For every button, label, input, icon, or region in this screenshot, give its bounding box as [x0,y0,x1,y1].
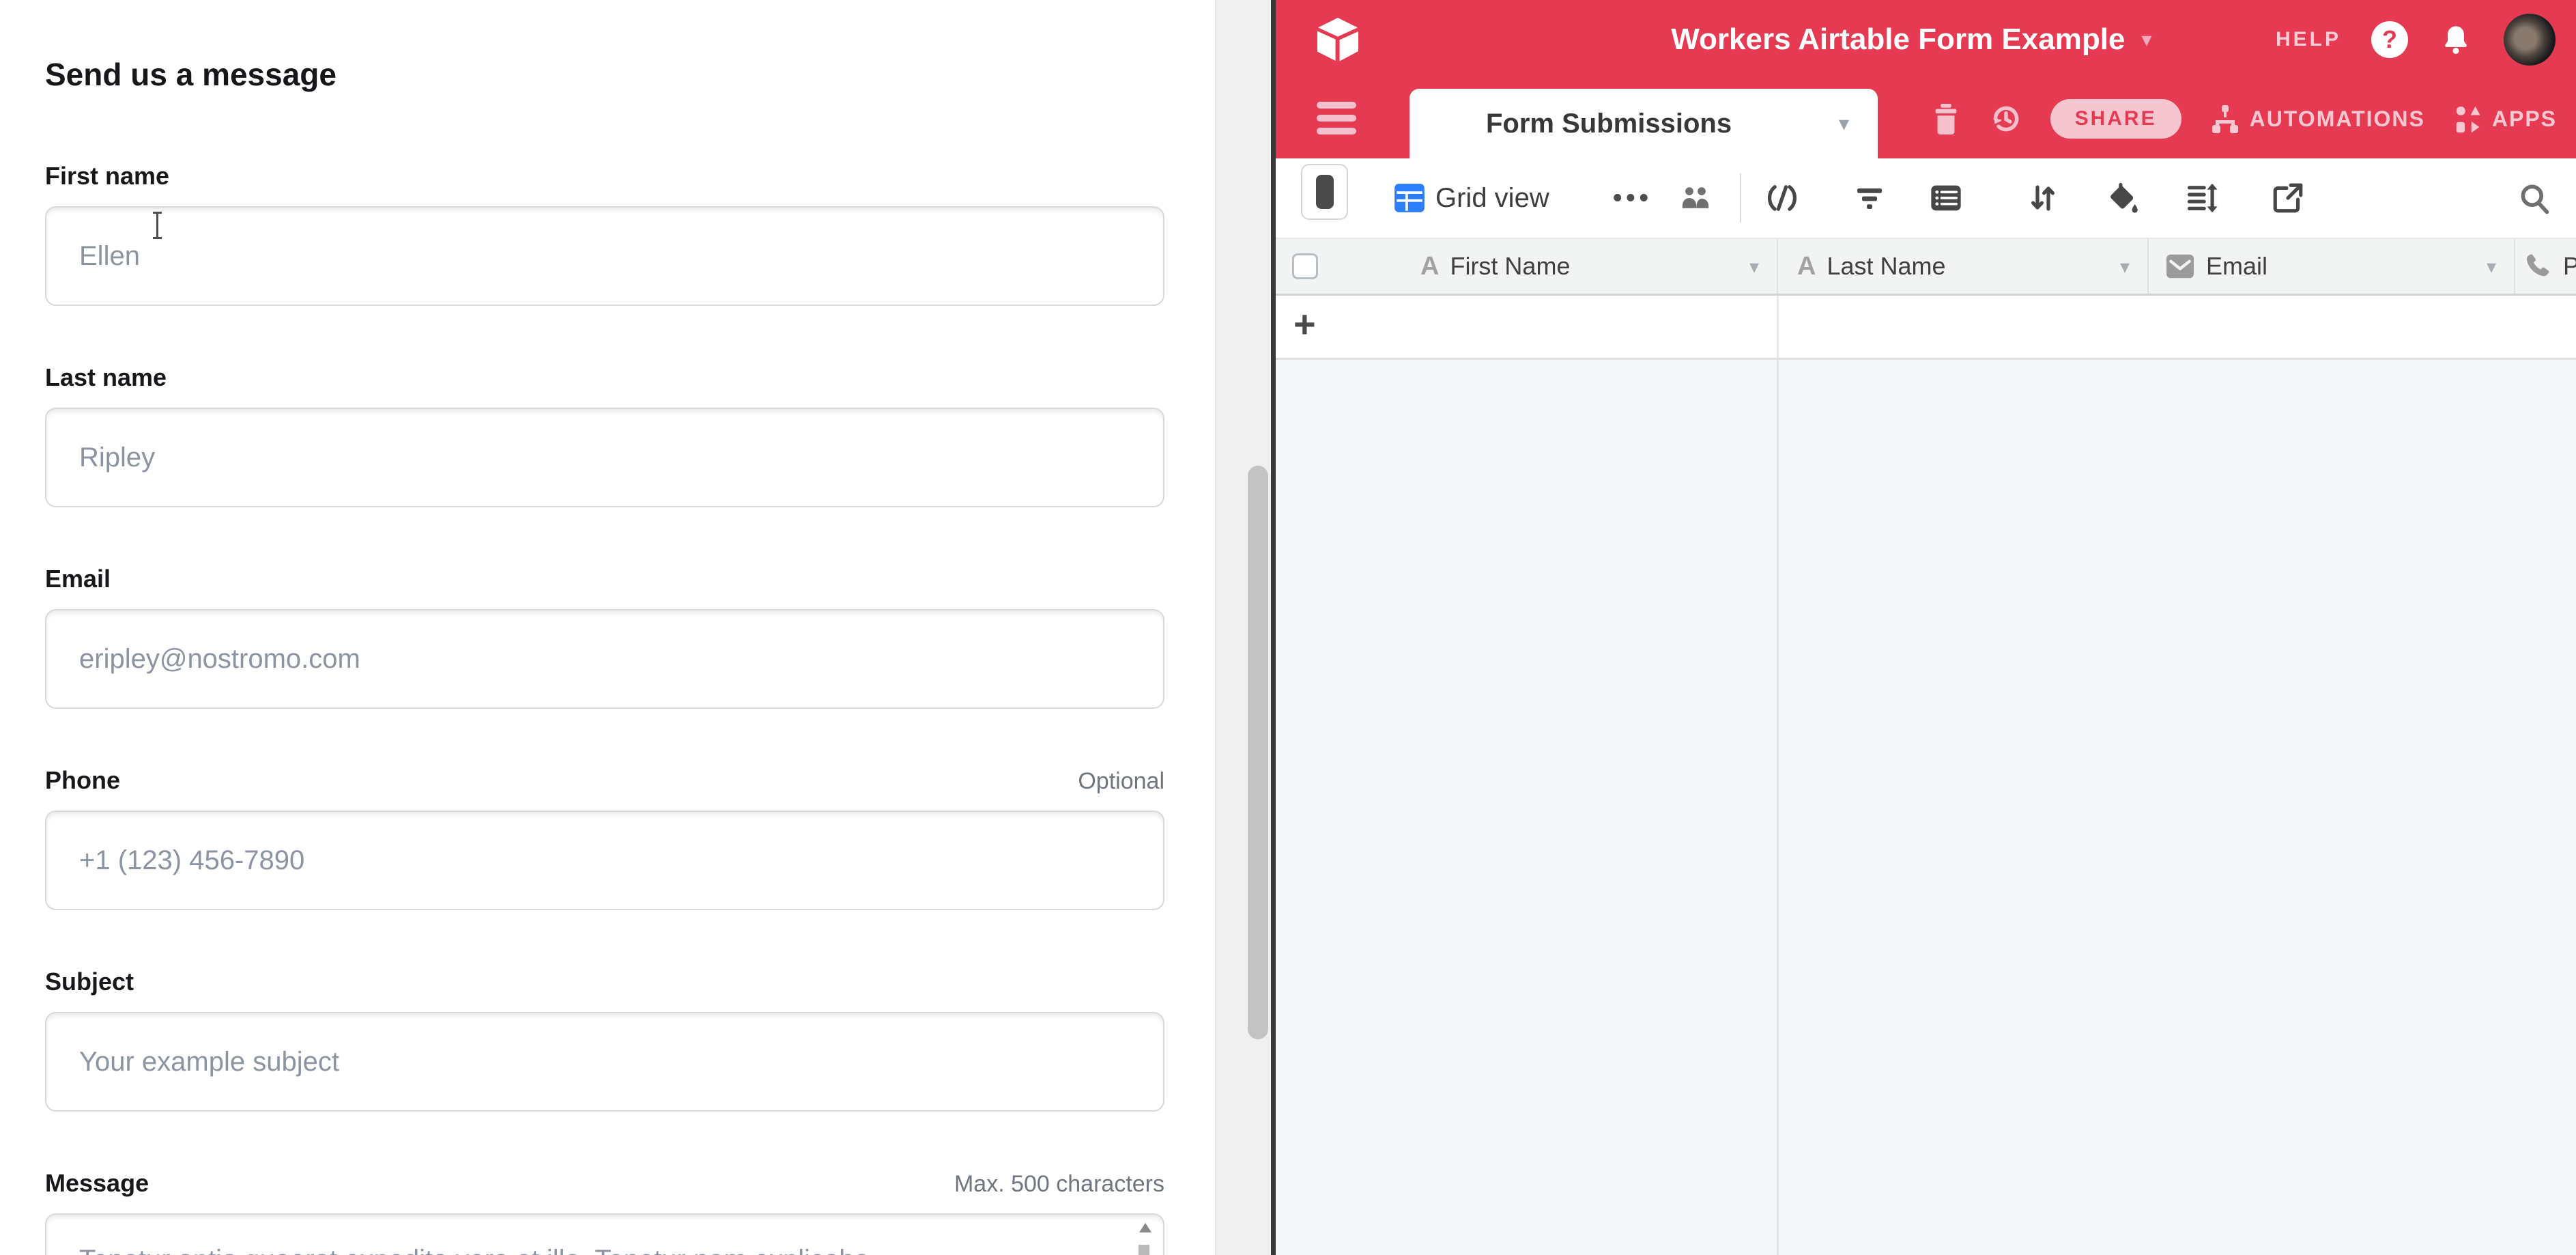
share-label: SHARE [2075,107,2157,130]
text-field-type-icon: A [1420,252,1439,281]
phone-optional-hint: Optional [1078,768,1164,795]
share-view-icon[interactable] [2271,158,2305,238]
email-field-type-icon [2165,253,2195,280]
airtable-tablebar: Form Submissions ▾ [1276,79,2576,158]
scroll-up-arrow-icon[interactable] [1139,1223,1151,1232]
apps-icon [2452,103,2484,135]
text-cursor-icon [152,212,162,239]
page-scrollbar-thumb[interactable] [1248,466,1268,1039]
add-row-plus-icon[interactable]: + [1293,304,1316,345]
collaborators-icon[interactable] [1677,158,1714,238]
automations-button[interactable]: AUTOMATIONS [2209,102,2425,135]
phone-input[interactable] [45,810,1164,910]
view-sidebar-toggle-button[interactable] [1301,164,1348,220]
column-caret-icon[interactable]: ▾ [1749,255,1759,278]
sidebar-toggle-icon [1316,175,1334,209]
base-title-caret-icon[interactable]: ▾ [2141,28,2151,52]
automations-label: AUTOMATIONS [2250,107,2425,132]
add-row-row[interactable]: + [1276,296,2576,360]
share-button[interactable]: SHARE [2050,99,2181,139]
form-field-first-name: First name [45,160,1164,306]
form-title: Send us a message [45,56,1164,94]
subject-input[interactable] [45,1012,1164,1112]
phone-label: Phone [45,766,120,795]
column-header-phone[interactable]: Phone [2515,239,2576,294]
first-name-label: First name [45,162,169,191]
table-tab-form-submissions[interactable]: Form Submissions ▾ [1409,89,1878,158]
message-textarea[interactable]: Tenetur optio quaerat expedita vero et i… [45,1213,1164,1255]
form-field-subject: Subject [45,966,1164,1112]
last-name-input[interactable] [45,408,1164,507]
trash-icon[interactable] [1930,102,1962,136]
grid-view-icon[interactable] [1392,158,1427,238]
airtable-logo-icon[interactable] [1315,16,1360,63]
column-header-last-name[interactable]: A Last Name ▾ [1778,239,2149,294]
help-question-icon[interactable]: ? [2371,21,2408,58]
airtable-window: Workers Airtable Form Example ▾ HELP ? [1276,0,2576,1255]
toolbar-divider [1740,173,1741,223]
subject-label: Subject [45,968,134,996]
group-icon[interactable] [1928,158,1964,238]
form-field-email: Email [45,563,1164,709]
view-options-dots-icon[interactable]: ••• [1613,158,1652,238]
form-field-phone: Phone Optional [45,765,1164,910]
apps-label: APPS [2492,107,2557,132]
contact-form-panel: Send us a message First name Last name E… [0,0,1215,1255]
row-height-icon[interactable] [2185,158,2220,238]
grid-body-empty [1276,360,2576,1255]
user-avatar[interactable] [2504,14,2556,66]
email-input[interactable] [45,609,1164,709]
column-header-email[interactable]: Email ▾ [2149,239,2515,294]
column-caret-icon[interactable]: ▾ [2487,255,2496,278]
page-scrollbar[interactable] [1215,0,1271,1255]
first-name-input[interactable] [45,206,1164,306]
automations-icon [2209,102,2242,135]
last-name-label: Last name [45,363,167,392]
screenshot-stage: Send us a message First name Last name E… [0,0,2576,1255]
column-divider-line [1777,296,1779,358]
text-field-type-icon: A [1797,252,1816,281]
filter-icon[interactable] [1853,158,1886,238]
base-title[interactable]: Workers Airtable Form Example [1671,23,2125,57]
phone-field-type-icon [2522,251,2552,281]
help-button[interactable]: HELP [2276,28,2341,51]
sidebar-menu-icon[interactable] [1317,102,1356,141]
search-icon[interactable] [2517,158,2552,238]
form-field-last-name: Last name [45,362,1164,507]
hide-fields-icon[interactable] [1764,158,1800,238]
column-header-first-name[interactable]: A First Name ▾ [1276,239,1778,294]
email-label: Email [45,565,111,593]
message-max-chars-hint: Max. 500 characters [954,1171,1164,1198]
form-field-message: Message Max. 500 characters Tenetur opti… [45,1168,1164,1255]
table-caret-icon[interactable]: ▾ [1839,112,1849,136]
sort-icon[interactable] [2027,158,2059,238]
color-icon[interactable] [2104,158,2140,238]
airtable-topbar: Workers Airtable Form Example ▾ HELP ? [1276,0,2576,79]
table-name: Form Submissions [1486,109,1732,139]
message-placeholder: Tenetur optio quaerat expedita vero et i… [79,1245,870,1255]
textarea-scrollbar-thumb[interactable] [1139,1245,1149,1255]
grid-column-headers: A First Name ▾ A Last Name ▾ Ema [1276,238,2576,296]
window-divider [1271,0,1276,1255]
history-icon[interactable] [1989,102,2023,136]
column-divider-line [1777,360,1779,1255]
select-all-checkbox[interactable] [1292,253,1318,279]
notifications-bell-icon[interactable] [2438,22,2474,57]
message-label: Message [45,1169,149,1198]
column-caret-icon[interactable]: ▾ [2120,255,2130,278]
apps-button[interactable]: APPS [2452,103,2557,135]
textarea-scrollbar[interactable] [1136,1220,1154,1255]
view-name-label[interactable]: Grid view [1435,158,1549,238]
view-toolbar: Grid view ••• [1276,158,2576,238]
